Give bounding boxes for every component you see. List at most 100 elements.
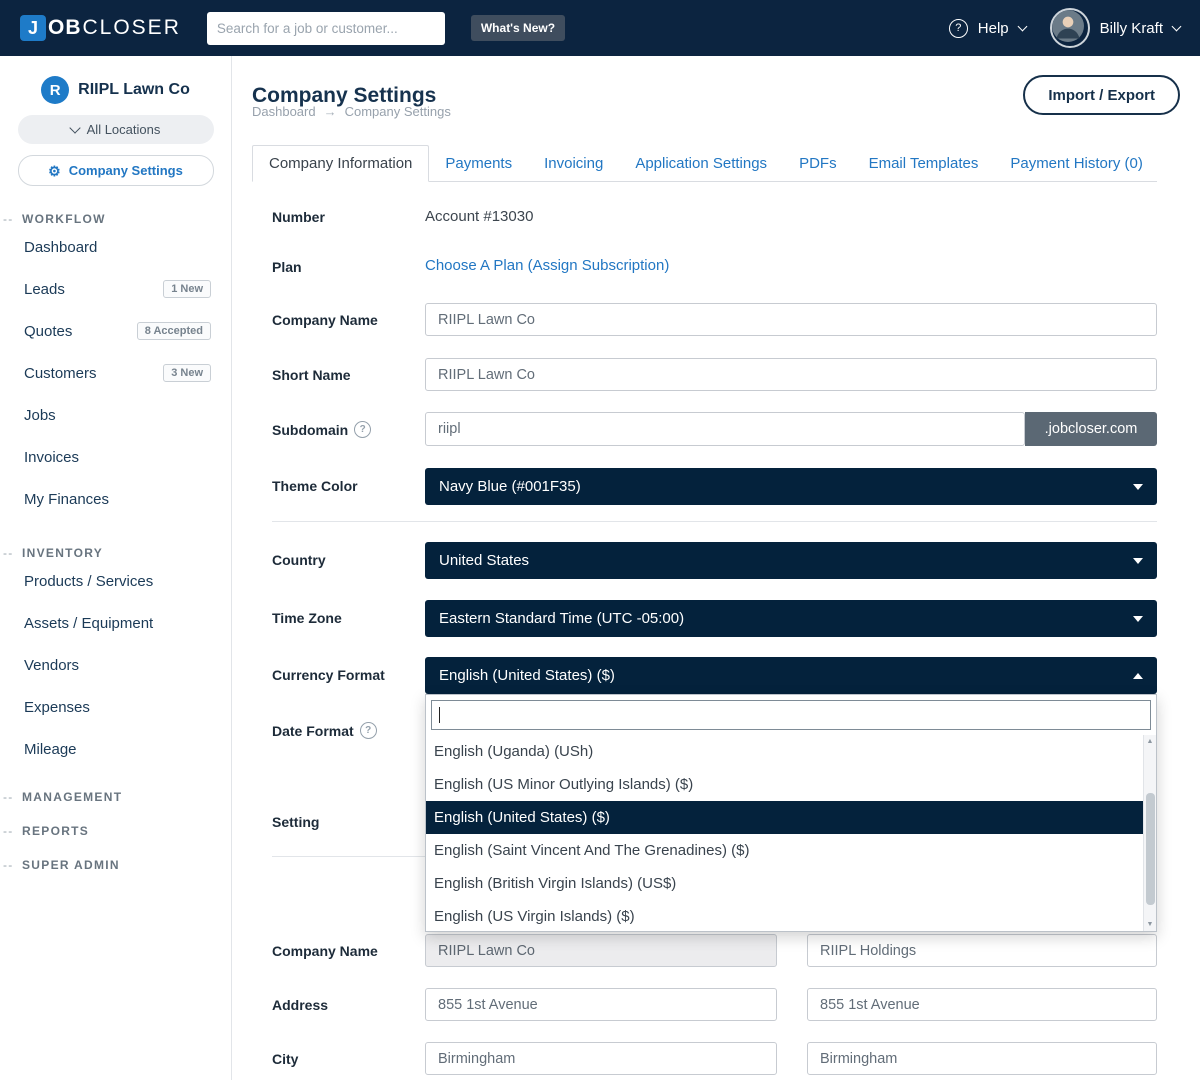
dropdown-scrollbar[interactable]: ▲ ▼ [1143,735,1156,931]
sidebar-item-products-services[interactable]: Products / Services [0,560,231,602]
currency-option[interactable]: English (US Virgin Islands) ($) [426,900,1143,931]
choose-a-plan-link[interactable]: Choose A Plan [425,257,523,274]
caret-down-icon [1133,558,1143,564]
topbar: J OB CLOSER What's New? ? Help Billy Kra… [0,0,1200,56]
tab-company-information[interactable]: Company Information [252,145,429,182]
app-logo[interactable]: J OB CLOSER [20,15,181,41]
time-zone-select[interactable]: Eastern Standard Time (UTC -05:00) [425,600,1157,637]
currency-option[interactable]: English (Uganda) (USh) [426,735,1143,768]
scroll-down-icon[interactable]: ▼ [1144,921,1156,928]
collapse-dash-icon: -- [0,824,22,838]
sidebar: R RIIPL Lawn Co All Locations ⚙ Company … [0,56,232,1080]
currency-filter-input[interactable] [431,700,1151,730]
section-inventory[interactable]: -- INVENTORY [0,546,231,560]
breadcrumb: Dashboard → Company Settings [252,104,451,119]
text-cursor [439,707,440,723]
currency-option[interactable]: English (Saint Vincent And The Grenadine… [426,834,1143,867]
section-super-admin[interactable]: -- SUPER ADMIN [0,858,231,872]
company-name-input[interactable] [425,303,1157,336]
tab-application-settings[interactable]: Application Settings [619,146,783,181]
location-address-label: Address [272,997,328,1013]
all-locations-label: All Locations [87,122,161,137]
logo-text-bold: OB [48,16,82,40]
chevron-down-icon [1017,21,1027,31]
caret-down-icon [1133,484,1143,490]
currency-format-label: Currency Format [272,667,385,683]
sidebar-item-my-finances[interactable]: My Finances [0,478,231,520]
currency-option-selected[interactable]: English (United States) ($) [426,801,1143,834]
company-name: RIIPL Lawn Co [78,81,190,99]
time-zone-label: Time Zone [272,610,342,626]
customers-badge: 3 New [163,364,211,382]
caret-down-icon [1133,616,1143,622]
section-reports[interactable]: -- REPORTS [0,824,231,838]
sidebar-item-leads[interactable]: Leads 1 New [0,268,231,310]
plan-label: Plan [272,259,302,275]
currency-option[interactable]: English (British Virgin Islands) (US$) [426,867,1143,900]
location-address-left-input[interactable] [425,988,777,1021]
assign-subscription-link[interactable]: (Assign Subscription) [528,257,670,274]
subdomain-label: Subdomain ? [272,421,371,438]
sidebar-item-invoices[interactable]: Invoices [0,436,231,478]
tab-email-templates[interactable]: Email Templates [853,146,995,181]
global-search-input[interactable] [207,12,445,45]
sidebar-item-customers[interactable]: Customers 3 New [0,352,231,394]
whats-new-button[interactable]: What's New? [471,15,565,41]
all-locations-selector[interactable]: All Locations [18,115,214,144]
location-city-label: City [272,1051,298,1067]
short-name-input[interactable] [425,358,1157,391]
sidebar-item-mileage[interactable]: Mileage [0,728,231,770]
sidebar-item-vendors[interactable]: Vendors [0,644,231,686]
import-export-button[interactable]: Import / Export [1023,75,1180,115]
subdomain-input[interactable] [425,412,1025,446]
sidebar-item-expenses[interactable]: Expenses [0,686,231,728]
section-workflow[interactable]: -- WORKFLOW [0,212,231,226]
currency-option[interactable]: English (US Minor Outlying Islands) ($) [426,768,1143,801]
breadcrumb-current: Company Settings [345,104,451,119]
currency-format-select[interactable]: English (United States) ($) [425,657,1157,694]
subdomain-suffix: .jobcloser.com [1025,412,1157,446]
breadcrumb-arrow-icon: → [324,104,337,119]
scrollbar-thumb[interactable] [1146,793,1155,905]
currency-option-list: English (Uganda) (USh) English (US Minor… [426,735,1143,931]
number-label: Number [272,209,325,225]
company-header: R RIIPL Lawn Co [0,76,231,104]
tab-invoicing[interactable]: Invoicing [528,146,619,181]
location-address-right-input[interactable] [807,988,1157,1021]
location-company-name-label: Company Name [272,943,378,959]
country-select[interactable]: United States [425,542,1157,579]
sidebar-item-quotes[interactable]: Quotes 8 Accepted [0,310,231,352]
tab-pdfs[interactable]: PDFs [783,146,853,181]
company-avatar: R [41,76,69,104]
date-format-help-icon[interactable]: ? [360,722,377,739]
breadcrumb-dashboard[interactable]: Dashboard [252,104,316,119]
company-name-label: Company Name [272,312,378,328]
subdomain-help-icon[interactable]: ? [354,421,371,438]
user-menu[interactable]: Billy Kraft [1100,20,1163,37]
sidebar-item-jobs[interactable]: Jobs [0,394,231,436]
location-city-left-input[interactable] [425,1042,777,1075]
plan-links: Choose A Plan (Assign Subscription) [425,257,669,274]
sidebar-item-dashboard[interactable]: Dashboard [0,226,231,268]
tab-payment-history[interactable]: Payment History (0) [994,146,1159,181]
logo-j-icon: J [20,15,46,41]
scroll-up-icon[interactable]: ▲ [1144,738,1156,745]
leads-badge: 1 New [163,280,211,298]
chevron-down-icon [69,122,80,133]
section-management[interactable]: -- MANAGEMENT [0,790,231,804]
section-divider [272,521,1157,522]
avatar[interactable] [1050,8,1090,48]
chevron-down-icon [1172,21,1182,31]
location-company-name-left-input [425,934,777,967]
theme-color-select[interactable]: Navy Blue (#001F35) [425,468,1157,505]
tab-payments[interactable]: Payments [429,146,528,181]
caret-up-icon [1133,673,1143,679]
location-city-right-input[interactable] [807,1042,1157,1075]
company-settings-label: Company Settings [69,163,183,178]
company-settings-button[interactable]: ⚙ Company Settings [18,155,214,186]
topbar-right: ? Help Billy Kraft [949,8,1180,48]
location-company-name-right-input[interactable] [807,934,1157,967]
sidebar-item-assets-equipment[interactable]: Assets / Equipment [0,602,231,644]
currency-dropdown-panel: English (Uganda) (USh) English (US Minor… [425,694,1157,932]
help-menu[interactable]: Help [978,20,1009,37]
